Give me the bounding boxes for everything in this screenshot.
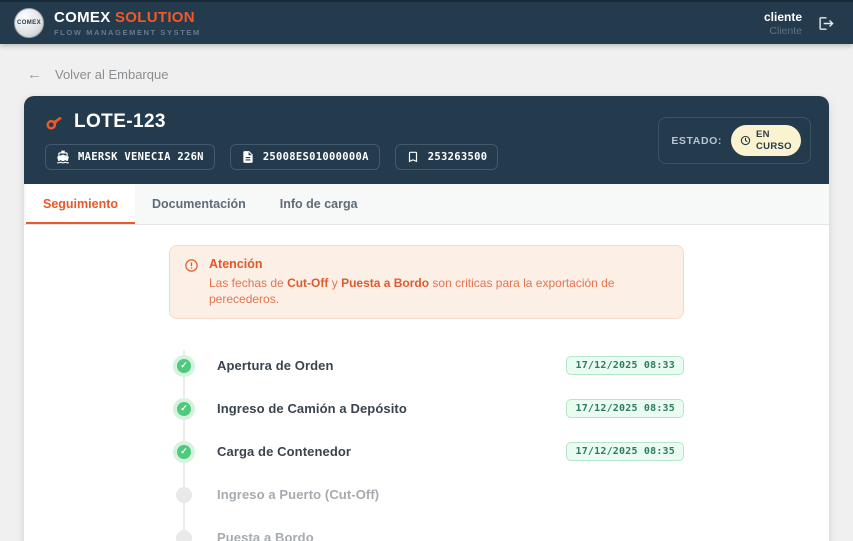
content-column: Atención Las fechas de Cut-Off y Puesta … (169, 245, 684, 541)
brand-subtitle: FLOW MANAGEMENT SYSTEM (54, 28, 201, 37)
alert-body: Atención Las fechas de Cut-Off y Puesta … (209, 257, 669, 307)
lot-title: LOTE-123 (74, 111, 166, 133)
step-label: Carga de Contenedor (217, 444, 351, 459)
check-circle-icon: ✓ (173, 355, 195, 377)
check-icon: ✓ (177, 402, 191, 416)
timeline-step-ingreso-puerto: Ingreso a Puerto (Cut-Off) (169, 473, 684, 516)
step-label: Apertura de Orden (217, 358, 334, 373)
booking-value: 25008ES01000000A (263, 151, 369, 163)
pending-circle-icon (176, 487, 192, 503)
user-role: Cliente (764, 25, 802, 37)
step-label: Ingreso a Puerto (Cut-Off) (217, 487, 379, 502)
booking-badge: 25008ES01000000A (230, 144, 380, 170)
user-name: cliente (764, 10, 802, 24)
status-box: ESTADO: EN CURSO (658, 117, 811, 164)
step-marker: ✓ (169, 355, 199, 377)
alert-text-prefix: Las fechas de (209, 276, 287, 290)
card-header: LOTE-123 MAERSK VENECIA 226N 25008ES0100… (24, 96, 829, 184)
attention-alert: Atención Las fechas de Cut-Off y Puesta … (169, 245, 684, 319)
brand-accent: SOLUTION (115, 9, 195, 26)
bookmark-icon (406, 150, 420, 164)
reference-badge: 253263500 (395, 144, 499, 170)
step-marker: ✓ (169, 441, 199, 463)
check-icon: ✓ (177, 359, 191, 373)
tab-seguimiento[interactable]: Seguimiento (26, 184, 135, 224)
app-header: COMEX COMEX SOLUTION FLOW MANAGEMENT SYS… (0, 0, 853, 44)
ship-icon (56, 150, 70, 164)
vessel-value: MAERSK VENECIA 226N (78, 151, 204, 163)
step-marker: ✓ (169, 398, 199, 420)
document-icon (241, 150, 255, 164)
key-icon (41, 109, 67, 135)
brand-title: COMEX SOLUTION (54, 9, 201, 26)
vessel-badge: MAERSK VENECIA 226N (45, 144, 215, 170)
back-link-label: Volver al Embarque (55, 67, 168, 82)
step-marker (169, 487, 199, 503)
alert-title: Atención (209, 257, 669, 271)
alert-text: Las fechas de Cut-Off y Puesta a Bordo s… (209, 275, 669, 307)
check-circle-icon: ✓ (173, 441, 195, 463)
tracking-timeline: ✓ Apertura de Orden 17/12/2025 08:33 ✓ I… (169, 344, 684, 541)
brand-text: COMEX SOLUTION FLOW MANAGEMENT SYSTEM (54, 9, 201, 37)
check-circle-icon: ✓ (173, 398, 195, 420)
brand: COMEX COMEX SOLUTION FLOW MANAGEMENT SYS… (14, 8, 201, 38)
reference-value: 253263500 (428, 151, 488, 163)
timeline-step-ingreso-camion: ✓ Ingreso de Camión a Depósito 17/12/202… (169, 387, 684, 430)
timeline-step-apertura-de-orden: ✓ Apertura de Orden 17/12/2025 08:33 (169, 344, 684, 387)
status-badge: EN CURSO (731, 125, 801, 156)
lot-title-row: LOTE-123 (45, 111, 498, 133)
step-label: Puesta a Bordo (217, 530, 314, 541)
alert-text-mid: y (328, 276, 341, 290)
step-label: Ingreso de Camión a Depósito (217, 401, 407, 416)
comex-logo-icon: COMEX (14, 8, 44, 38)
timeline-step-puesta-a-bordo: Puesta a Bordo (169, 516, 684, 541)
step-timestamp: 17/12/2025 08:35 (566, 399, 684, 418)
user-area: cliente Cliente (764, 10, 835, 37)
user-text: cliente Cliente (764, 10, 802, 37)
alert-bold-cutoff: Cut-Off (287, 276, 328, 290)
timeline-step-carga-contenedor: ✓ Carga de Contenedor 17/12/2025 08:35 (169, 430, 684, 473)
step-timestamp: 17/12/2025 08:33 (566, 356, 684, 375)
back-arrow-icon: ← (27, 66, 42, 83)
card-header-left: LOTE-123 MAERSK VENECIA 226N 25008ES0100… (45, 111, 498, 170)
check-icon: ✓ (177, 445, 191, 459)
tab-content: Atención Las fechas de Cut-Off y Puesta … (24, 225, 829, 541)
shipment-badges: MAERSK VENECIA 226N 25008ES01000000A 253… (45, 144, 498, 170)
logout-icon (818, 15, 835, 32)
alert-icon (184, 258, 199, 307)
step-timestamp: 17/12/2025 08:35 (566, 442, 684, 461)
back-link[interactable]: ← Volver al Embarque (0, 44, 168, 83)
step-marker (169, 530, 199, 541)
tab-info-de-carga[interactable]: Info de carga (263, 184, 375, 224)
status-value: EN CURSO (756, 129, 790, 152)
alert-bold-puesta: Puesta a Bordo (341, 276, 429, 290)
pending-circle-icon (176, 530, 192, 541)
tab-bar: Seguimiento Documentación Info de carga (24, 184, 829, 225)
tab-documentacion[interactable]: Documentación (135, 184, 263, 224)
logout-button[interactable] (818, 15, 835, 32)
clock-icon (740, 135, 751, 146)
shipment-card: LOTE-123 MAERSK VENECIA 226N 25008ES0100… (24, 96, 829, 541)
brand-name: COMEX (54, 9, 111, 26)
status-label: ESTADO: (671, 135, 722, 147)
